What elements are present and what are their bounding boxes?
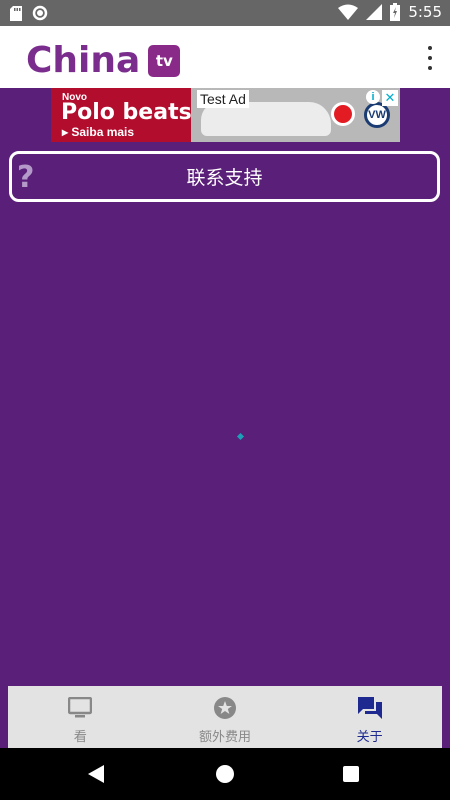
nav-item-about[interactable]: 关于: [297, 686, 442, 748]
wifi-icon: [338, 4, 359, 20]
sd-card-icon: [10, 5, 22, 21]
loading-indicator: [236, 432, 245, 441]
back-icon[interactable]: [88, 765, 104, 783]
logo-badge: tv: [148, 44, 181, 77]
logo-text: China: [26, 40, 141, 81]
recents-icon[interactable]: [343, 766, 359, 782]
circle-icon: [32, 5, 48, 21]
nav-label-about: 关于: [356, 730, 383, 745]
contact-support-label: 联系支持: [186, 167, 263, 189]
battery-icon: [390, 3, 401, 21]
system-navigation-bar: [0, 748, 450, 800]
nav-item-watch[interactable]: 看: [8, 686, 153, 748]
bottom-nav: 看 额外费用 关于: [8, 686, 442, 748]
status-bar: 5:55: [0, 0, 450, 26]
ad-close-icon[interactable]: ✕: [382, 90, 398, 106]
nav-label-extras: 额外费用: [199, 730, 252, 745]
star-icon: [214, 697, 236, 719]
ad-banner[interactable]: Novo Polo beats ▸ Saiba mais Test Ad VW …: [51, 88, 400, 142]
ad-label: Test Ad: [197, 90, 249, 108]
tv-icon: [68, 697, 93, 718]
contact-support-button[interactable]: ? 联系支持: [9, 151, 440, 202]
nav-label-watch: 看: [73, 730, 87, 745]
question-icon: ?: [17, 160, 35, 195]
signal-icon: [366, 4, 383, 20]
home-icon[interactable]: [216, 765, 234, 783]
beats-logo-icon: [331, 102, 355, 126]
ad-cta-label: Saiba mais: [71, 125, 135, 139]
ad-info-icon[interactable]: i: [366, 90, 380, 104]
ad-cta[interactable]: ▸ Saiba mais: [62, 125, 134, 139]
ad-headline: Polo beats: [61, 100, 192, 125]
chat-icon: [357, 697, 382, 719]
app-bar: China tv: [0, 26, 450, 88]
clock: 5:55: [408, 3, 442, 21]
app-logo: China tv: [26, 40, 181, 81]
nav-item-extras[interactable]: 额外费用: [153, 686, 298, 748]
overflow-menu-icon[interactable]: [424, 46, 436, 70]
